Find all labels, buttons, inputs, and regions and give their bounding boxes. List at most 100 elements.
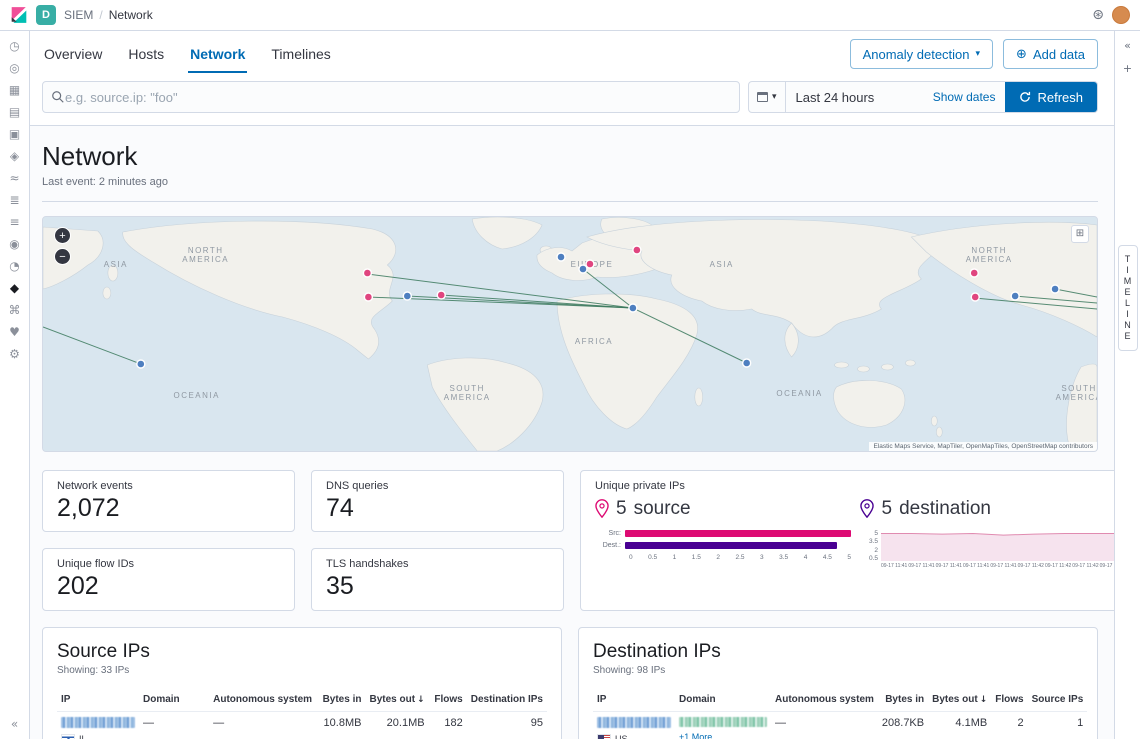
tab-timelines[interactable]: Timelines — [269, 35, 332, 73]
map-event-point[interactable] — [586, 260, 594, 268]
breadcrumb-app[interactable]: SIEM — [64, 8, 93, 22]
table-row[interactable]: IL — — 10.8MB 20.1MB 182 95 — [57, 711, 547, 739]
col-destination-ips[interactable]: Destination IPs — [467, 688, 547, 712]
col-bytes-in[interactable]: Bytes in — [316, 688, 365, 712]
col-flows[interactable]: Flows — [429, 688, 467, 712]
col-autonomous-system[interactable]: Autonomous system — [771, 688, 878, 712]
svg-text:SOUTHAMERICA: SOUTHAMERICA — [1056, 384, 1097, 402]
user-avatar[interactable] — [1112, 6, 1130, 24]
map-event-point[interactable] — [971, 293, 979, 301]
destination-pin-icon — [860, 499, 874, 518]
discover-icon[interactable]: ◎ — [9, 62, 19, 74]
col-ip[interactable]: IP — [57, 688, 139, 712]
calendar-dropdown-button[interactable]: ▾ — [749, 82, 786, 112]
visualize-icon[interactable]: ▦ — [9, 84, 20, 96]
timeline-expand-icon[interactable]: « — [1124, 39, 1131, 52]
map-event-point[interactable] — [1051, 285, 1059, 293]
recently-viewed-icon[interactable]: ◷ — [9, 40, 19, 52]
col-autonomous-system[interactable]: Autonomous system — [209, 688, 316, 712]
chevron-down-icon: ▾ — [976, 49, 981, 59]
main-content: Overview Hosts Network Timelines Anomaly… — [30, 31, 1114, 739]
cell-source-ips: 1 — [1028, 711, 1088, 739]
map-event-point[interactable] — [579, 265, 587, 273]
apm-icon[interactable]: ◉ — [9, 238, 19, 250]
add-data-button[interactable]: ⊕ Add data — [1003, 39, 1098, 69]
redacted-ip[interactable] — [597, 717, 671, 728]
refresh-button[interactable]: Refresh — [1005, 82, 1097, 112]
search-input[interactable] — [65, 90, 731, 105]
table-row[interactable]: US +1 More — 208.7KB 4.1MB 2 — [593, 711, 1087, 739]
src-bar[interactable] — [625, 530, 851, 537]
kpi-value: 35 — [326, 573, 549, 601]
kpi-value: 74 — [326, 495, 549, 523]
collapse-nav-icon[interactable]: « — [11, 717, 18, 731]
cell-domain: — — [139, 711, 209, 739]
map-settings-icon[interactable]: ⊞ — [1071, 225, 1089, 243]
siem-icon[interactable]: ◆ — [10, 282, 19, 294]
col-flows[interactable]: Flows — [991, 688, 1027, 712]
redacted-domain[interactable] — [679, 717, 767, 727]
map-event-point[interactable] — [633, 246, 641, 254]
kpi-tls-handshakes: TLS handshakes 35 — [311, 548, 564, 611]
svg-text:OCEANIA: OCEANIA — [776, 389, 822, 398]
network-map[interactable]: ASIANORTHAMERICAEUROPEAFRICASOUTHAMERICA… — [42, 216, 1098, 452]
redacted-ip[interactable] — [61, 717, 135, 728]
timeline-toggle[interactable]: TIMELINE — [1118, 245, 1138, 351]
kibana-logo-icon[interactable] — [10, 6, 28, 24]
anomaly-detection-button[interactable]: Anomaly detection ▾ — [850, 39, 993, 69]
timeline-add-icon[interactable]: + — [1123, 62, 1132, 75]
more-domains-link[interactable]: +1 More — [679, 732, 767, 739]
map-event-point[interactable] — [437, 291, 445, 299]
canvas-icon[interactable]: ▣ — [9, 128, 20, 140]
area-chart-plot[interactable] — [881, 530, 1114, 562]
infrastructure-icon[interactable]: ≣ — [9, 194, 19, 206]
zoom-in-button[interactable]: + — [54, 227, 71, 244]
kpi-dns-queries: DNS queries 74 — [311, 470, 564, 533]
tab-hosts[interactable]: Hosts — [126, 35, 166, 73]
tab-overview[interactable]: Overview — [42, 35, 104, 73]
col-bytes-out[interactable]: Bytes out↓ — [365, 688, 428, 712]
zoom-out-button[interactable]: − — [54, 248, 71, 265]
search-box[interactable] — [42, 81, 740, 113]
space-badge[interactable]: D — [36, 5, 56, 25]
svg-text:AFRICA: AFRICA — [575, 337, 613, 346]
map-event-point[interactable] — [364, 293, 372, 301]
kpi-label: Network events — [57, 480, 280, 492]
time-range-value[interactable]: Last 24 hours — [786, 82, 923, 112]
svg-text:SOUTHAMERICA: SOUTHAMERICA — [444, 384, 491, 402]
destination-ips-table: IP Domain Autonomous system Bytes in Byt… — [593, 688, 1087, 739]
col-ip[interactable]: IP — [593, 688, 675, 712]
dev-tools-icon[interactable]: ⌘ — [9, 304, 21, 316]
map-event-point[interactable] — [1011, 292, 1019, 300]
map-event-point[interactable] — [743, 359, 751, 367]
uptime-icon[interactable]: ◔ — [9, 260, 19, 272]
map-event-point[interactable] — [629, 304, 637, 312]
deployment-icon[interactable]: ⊛ — [1092, 7, 1104, 23]
show-dates-link[interactable]: Show dates — [923, 82, 1006, 112]
ip-tables-section: Source IPs Showing: 33 IPs IP Domain Aut… — [42, 627, 1098, 739]
tab-network[interactable]: Network — [188, 35, 247, 73]
world-map[interactable]: ASIANORTHAMERICAEUROPEAFRICASOUTHAMERICA… — [43, 217, 1097, 451]
map-event-point[interactable] — [557, 253, 565, 261]
map-event-point[interactable] — [970, 269, 978, 277]
machine-learning-icon[interactable]: ≈ — [9, 172, 19, 184]
cell-bytes-in: 10.8MB — [316, 711, 365, 739]
logs-icon[interactable]: ≡ — [9, 216, 19, 228]
col-domain[interactable]: Domain — [675, 688, 771, 712]
dashboard-icon[interactable]: ▤ — [9, 106, 20, 118]
sort-desc-icon: ↓ — [980, 695, 988, 705]
top-header: D SIEM / Network ⊛ — [0, 0, 1140, 31]
monitoring-icon[interactable]: ♥ — [9, 326, 20, 338]
col-domain[interactable]: Domain — [139, 688, 209, 712]
col-source-ips[interactable]: Source IPs — [1028, 688, 1088, 712]
dest-bar[interactable] — [625, 542, 837, 549]
map-event-point[interactable] — [363, 269, 371, 277]
map-event-point[interactable] — [403, 292, 411, 300]
map-event-point[interactable] — [137, 360, 145, 368]
col-bytes-out[interactable]: Bytes out↓ — [928, 688, 991, 712]
col-bytes-in[interactable]: Bytes in — [878, 688, 928, 712]
management-icon[interactable]: ⚙ — [9, 348, 20, 360]
date-picker-group: ▾ Last 24 hours Show dates Refresh — [748, 81, 1098, 113]
source-count-value: 5 — [616, 498, 627, 520]
maps-icon[interactable]: ◈ — [10, 150, 19, 162]
